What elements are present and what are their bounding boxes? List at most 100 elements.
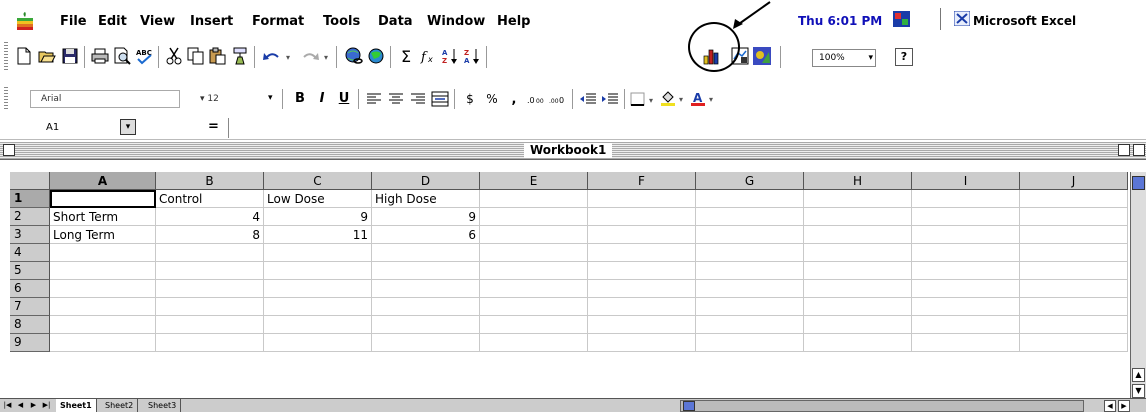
menu-insert[interactable]: Insert (190, 14, 233, 30)
save-icon[interactable] (60, 46, 80, 66)
cell-e1[interactable] (480, 190, 588, 208)
cell-g6[interactable] (696, 280, 804, 298)
cell-b3[interactable]: 8 (156, 226, 264, 244)
cell-f5[interactable] (588, 262, 696, 280)
menu-tools[interactable]: Tools (323, 14, 360, 30)
select-all-button[interactable] (10, 172, 50, 190)
cell-j4[interactable] (1020, 244, 1128, 262)
cell-h4[interactable] (804, 244, 912, 262)
cell-d4[interactable] (372, 244, 480, 262)
column-header-e[interactable]: E (480, 172, 588, 190)
vertical-scroll-thumb[interactable] (1132, 176, 1145, 190)
cell-g9[interactable] (696, 334, 804, 352)
open-icon[interactable] (37, 46, 57, 66)
column-header-c[interactable]: C (264, 172, 372, 190)
row-header-4[interactable]: 4 (10, 244, 50, 262)
help-icon[interactable]: ? (895, 48, 913, 66)
cell-c3[interactable]: 11 (264, 226, 372, 244)
comma-style-icon[interactable]: , (504, 89, 524, 109)
paste-function-icon[interactable]: fx (418, 46, 438, 66)
workbook-title-bar[interactable]: Workbook1 (0, 142, 1146, 160)
scroll-left-icon[interactable]: ◀ (1104, 400, 1116, 412)
cell-g8[interactable] (696, 316, 804, 334)
menu-window[interactable]: Window (427, 14, 485, 30)
cell-a6[interactable] (50, 280, 156, 298)
column-header-a[interactable]: A (50, 172, 156, 190)
cell-a8[interactable] (50, 316, 156, 334)
menu-view[interactable]: View (140, 14, 175, 30)
cell-f8[interactable] (588, 316, 696, 334)
cell-g1[interactable] (696, 190, 804, 208)
vertical-scrollbar[interactable]: ▲ ▼ (1130, 172, 1146, 400)
cell-f4[interactable] (588, 244, 696, 262)
cell-j2[interactable] (1020, 208, 1128, 226)
cell-f2[interactable] (588, 208, 696, 226)
cell-a1[interactable] (50, 190, 156, 208)
cell-j8[interactable] (1020, 316, 1128, 334)
drawing-icon[interactable] (752, 46, 772, 66)
redo-icon[interactable]: ▾ (298, 46, 332, 66)
cell-h1[interactable] (804, 190, 912, 208)
cell-e4[interactable] (480, 244, 588, 262)
cell-g3[interactable] (696, 226, 804, 244)
cell-h8[interactable] (804, 316, 912, 334)
first-sheet-icon[interactable]: |◀ (2, 400, 13, 411)
row-header-2[interactable]: 2 (10, 208, 50, 226)
cut-icon[interactable] (164, 46, 184, 66)
row-header-5[interactable]: 5 (10, 262, 50, 280)
cell-c1[interactable]: Low Dose (264, 190, 372, 208)
active-app-name[interactable]: Microsoft Excel (973, 14, 1076, 28)
cell-j9[interactable] (1020, 334, 1128, 352)
currency-style-icon[interactable]: $ (460, 89, 480, 109)
menu-edit[interactable]: Edit (98, 14, 127, 30)
cell-g2[interactable] (696, 208, 804, 226)
cell-d2[interactable]: 9 (372, 208, 480, 226)
cell-i8[interactable] (912, 316, 1020, 334)
cell-e8[interactable] (480, 316, 588, 334)
cell-g7[interactable] (696, 298, 804, 316)
cell-a7[interactable] (50, 298, 156, 316)
print-icon[interactable] (90, 46, 110, 66)
cell-c7[interactable] (264, 298, 372, 316)
sheet-tab-sheet1[interactable]: Sheet1 (56, 399, 97, 412)
cell-e7[interactable] (480, 298, 588, 316)
font-size-select[interactable]: ▾ 12 (200, 90, 248, 108)
cell-i1[interactable] (912, 190, 1020, 208)
align-left-icon[interactable] (364, 89, 384, 109)
menu-file[interactable]: File (60, 14, 87, 30)
cell-f3[interactable] (588, 226, 696, 244)
bold-button[interactable]: B (290, 89, 310, 109)
cell-i6[interactable] (912, 280, 1020, 298)
underline-button[interactable]: U (334, 89, 354, 109)
cell-f7[interactable] (588, 298, 696, 316)
cell-g4[interactable] (696, 244, 804, 262)
menu-help[interactable]: Help (497, 14, 530, 30)
cell-b1[interactable]: Control (156, 190, 264, 208)
font-color-icon[interactable]: A ▾ (690, 89, 718, 109)
cell-i5[interactable] (912, 262, 1020, 280)
last-sheet-icon[interactable]: ▶| (41, 400, 52, 411)
cell-b7[interactable] (156, 298, 264, 316)
cell-b8[interactable] (156, 316, 264, 334)
percent-style-icon[interactable]: % (482, 89, 502, 109)
apple-menu-icon[interactable] (14, 12, 36, 32)
cell-i9[interactable] (912, 334, 1020, 352)
web-toolbar-icon[interactable] (366, 46, 386, 66)
cell-a2[interactable]: Short Term (50, 208, 156, 226)
cell-g5[interactable] (696, 262, 804, 280)
cell-h7[interactable] (804, 298, 912, 316)
close-box-icon[interactable] (3, 144, 15, 156)
cell-a5[interactable] (50, 262, 156, 280)
fill-color-icon[interactable]: ▾ (660, 89, 688, 109)
format-painter-icon[interactable] (230, 46, 250, 66)
cell-b4[interactable] (156, 244, 264, 262)
cell-a3[interactable]: Long Term (50, 226, 156, 244)
zoom-select[interactable]: 100% ▾ (812, 49, 876, 67)
italic-button[interactable]: I (312, 89, 332, 109)
menu-data[interactable]: Data (378, 14, 413, 30)
cell-d7[interactable] (372, 298, 480, 316)
new-icon[interactable] (14, 46, 34, 66)
cell-h9[interactable] (804, 334, 912, 352)
cell-d9[interactable] (372, 334, 480, 352)
cell-c8[interactable] (264, 316, 372, 334)
